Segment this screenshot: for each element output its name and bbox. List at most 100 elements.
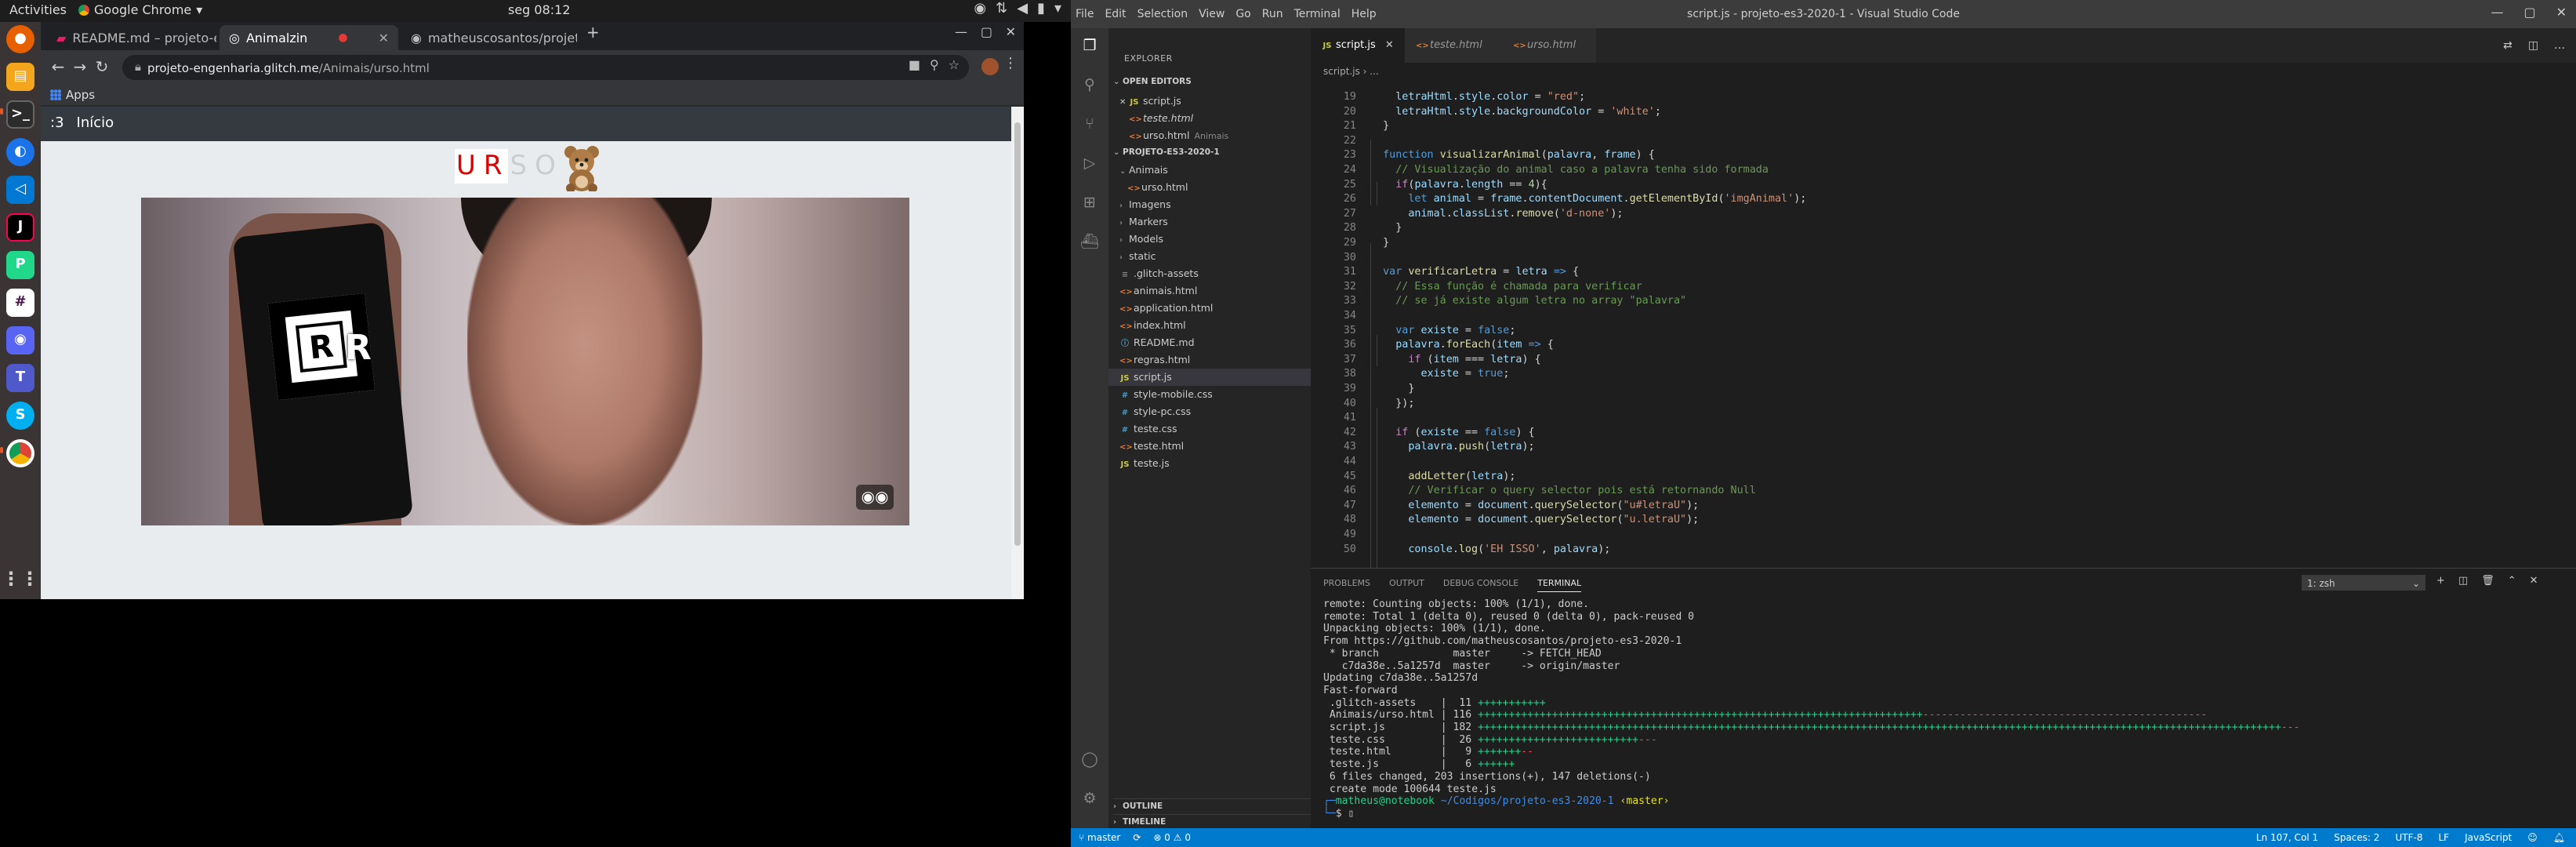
- bell-icon[interactable]: 🔔︎: [2553, 828, 2565, 847]
- maximize-panel-icon[interactable]: ⌃: [2508, 575, 2516, 587]
- pycharm-icon[interactable]: P: [6, 251, 34, 279]
- tab-debug-console[interactable]: DEBUG CONSOLE: [1443, 578, 1518, 592]
- chrome-icon[interactable]: [6, 439, 34, 467]
- search-icon[interactable]: ⚲: [1080, 75, 1099, 94]
- encoding[interactable]: UTF-8: [2396, 828, 2423, 847]
- tree-file[interactable]: ⓘ README.md: [1108, 334, 1311, 351]
- camera-icon[interactable]: ■: [909, 58, 920, 72]
- tree-file[interactable]: <>application.html: [1108, 300, 1311, 317]
- jetbrains-icon[interactable]: J: [6, 213, 34, 242]
- tab-terminal[interactable]: TERMINAL: [1537, 578, 1582, 592]
- tree-folder[interactable]: ⌄ Animais: [1108, 162, 1311, 179]
- split-terminal-icon[interactable]: ◫: [2458, 575, 2468, 587]
- tab-script-js[interactable]: JS script.js ✕: [1311, 28, 1405, 63]
- open-editor-item[interactable]: ✕ JS script.js: [1108, 93, 1311, 110]
- project-header[interactable]: ⌄ PROJETO-ES3-2020-1: [1113, 147, 1220, 157]
- new-tab-button[interactable]: +: [586, 25, 600, 42]
- vr-goggles-icon[interactable]: ◉◉: [856, 485, 894, 510]
- tab-animalzin[interactable]: ◎ Animalzin ● ✕: [220, 25, 398, 50]
- activities-button[interactable]: Activities: [9, 3, 67, 17]
- explorer-icon[interactable]: ❐: [1080, 36, 1099, 55]
- breadcrumb[interactable]: script.js › ...: [1311, 63, 2576, 80]
- new-terminal-icon[interactable]: +: [2436, 575, 2445, 587]
- star-icon[interactable]: ☆: [949, 58, 960, 72]
- files-icon[interactable]: ▤: [6, 63, 34, 91]
- run-debug-icon[interactable]: ▷: [1080, 154, 1099, 173]
- more-actions-icon[interactable]: …: [2554, 39, 2565, 52]
- menu-file[interactable]: File: [1076, 8, 1094, 20]
- open-editor-item[interactable]: <>urso.html Animais: [1108, 127, 1311, 144]
- menu-selection[interactable]: Selection: [1137, 8, 1188, 20]
- forward-icon[interactable]: →: [69, 59, 91, 76]
- tree-folder[interactable]: › Markers: [1108, 213, 1311, 231]
- close-window-icon[interactable]: ✕: [2556, 5, 2567, 20]
- sync-icon[interactable]: ⟳: [1133, 828, 1141, 847]
- compare-icon[interactable]: ⇄: [2503, 39, 2513, 52]
- account-icon[interactable]: ◯: [1080, 750, 1099, 769]
- tree-file[interactable]: # style-pc.css: [1108, 403, 1311, 420]
- tree-file[interactable]: # style-mobile.css: [1108, 386, 1311, 403]
- vscode-icon[interactable]: ◁: [6, 176, 34, 204]
- menu-edit[interactable]: Edit: [1105, 8, 1126, 20]
- language-mode[interactable]: JavaScript: [2465, 828, 2512, 847]
- clock[interactable]: seg 08:12: [508, 3, 571, 17]
- tree-file[interactable]: <>urso.html: [1108, 179, 1311, 196]
- maximize-icon[interactable]: ▢: [2523, 5, 2535, 20]
- menu-go[interactable]: Go: [1235, 8, 1250, 20]
- source-control-icon[interactable]: ⑂: [1080, 115, 1099, 133]
- tree-file[interactable]: <>animais.html: [1108, 282, 1311, 300]
- menu-terminal[interactable]: Terminal: [1294, 8, 1341, 20]
- navbar-brand[interactable]: :3: [50, 116, 64, 132]
- code-editor[interactable]: 19 letraHtml.style.color = "red"; 20 let…: [1311, 80, 2576, 568]
- end-of-line[interactable]: LF: [2439, 828, 2450, 847]
- tree-file[interactable]: <>teste.html: [1108, 438, 1311, 455]
- branch-indicator[interactable]: ⑂ master: [1079, 828, 1120, 847]
- indentation[interactable]: Spaces: 2: [2334, 828, 2379, 847]
- maximize-icon[interactable]: ▢: [981, 25, 992, 39]
- tab-urso-html[interactable]: <>urso.html: [1502, 28, 1596, 63]
- teams-icon[interactable]: T: [6, 364, 34, 392]
- outline-header[interactable]: › OUTLINE: [1113, 798, 1311, 811]
- tree-file[interactable]: ≡ .glitch-assets: [1108, 265, 1311, 282]
- bookmark-apps[interactable]: Apps: [66, 88, 95, 102]
- timeline-header[interactable]: › TIMELINE: [1113, 814, 1311, 827]
- close-panel-icon[interactable]: ✕: [2530, 575, 2538, 587]
- terminal-selector[interactable]: 1: zsh ⌄: [2302, 575, 2425, 591]
- menu-help[interactable]: Help: [1351, 8, 1377, 20]
- split-editor-icon[interactable]: ◫: [2528, 39, 2538, 52]
- show-apps-icon[interactable]: ⋮⋮: [2, 565, 39, 593]
- back-icon[interactable]: ←: [47, 59, 69, 76]
- tree-file[interactable]: <>regras.html: [1108, 351, 1311, 369]
- tab-readme[interactable]: ▰README.md – projeto-en✕: [47, 25, 216, 50]
- tree-folder[interactable]: › Imagens: [1108, 196, 1311, 213]
- docker-icon[interactable]: ⛴: [1080, 232, 1099, 251]
- search-icon[interactable]: ⚲: [930, 58, 939, 72]
- minimize-icon[interactable]: —: [2491, 5, 2503, 20]
- gear-icon[interactable]: ⚙: [1080, 789, 1099, 808]
- problems-indicator[interactable]: ⊗ 0 ⚠ 0: [1153, 828, 1191, 847]
- menu-run[interactable]: Run: [1262, 8, 1283, 20]
- feedback-icon[interactable]: ☺: [2527, 828, 2538, 847]
- tab-output[interactable]: OUTPUT: [1389, 578, 1424, 592]
- address-bar[interactable]: 🔒︎ projeto-engenharia.glitch.me/Animais/…: [122, 55, 969, 80]
- tab-github[interactable]: ◉matheuscosantos/projeto✕: [401, 25, 577, 50]
- cursor-position[interactable]: Ln 107, Col 1: [2256, 828, 2318, 847]
- menu-view[interactable]: View: [1199, 8, 1225, 20]
- vpn-icon[interactable]: ◐: [6, 138, 34, 166]
- tree-file-selected[interactable]: JS script.js: [1108, 369, 1311, 386]
- reload-icon[interactable]: ↻: [91, 59, 113, 76]
- open-editors-header[interactable]: ⌄ OPEN EDITORS: [1113, 77, 1192, 86]
- app-menu[interactable]: Google Chrome ▾: [78, 3, 202, 17]
- terminal-icon[interactable]: >_: [6, 100, 34, 129]
- kebab-menu-icon[interactable]: ⋮: [1003, 56, 1018, 72]
- firefox-icon[interactable]: ●: [6, 25, 34, 53]
- tree-file[interactable]: <>index.html: [1108, 317, 1311, 334]
- tree-file[interactable]: JS teste.js: [1108, 455, 1311, 472]
- system-tray[interactable]: ◉ ⇅ ◀ ▮ ▾: [974, 2, 1061, 17]
- tab-teste-html[interactable]: <>teste.html: [1405, 28, 1502, 63]
- minimize-icon[interactable]: —: [955, 25, 967, 39]
- slack-icon[interactable]: #: [6, 289, 34, 317]
- nav-link-inicio[interactable]: Início: [77, 116, 114, 132]
- tree-file[interactable]: # teste.css: [1108, 420, 1311, 438]
- page-scrollbar[interactable]: [1011, 107, 1024, 599]
